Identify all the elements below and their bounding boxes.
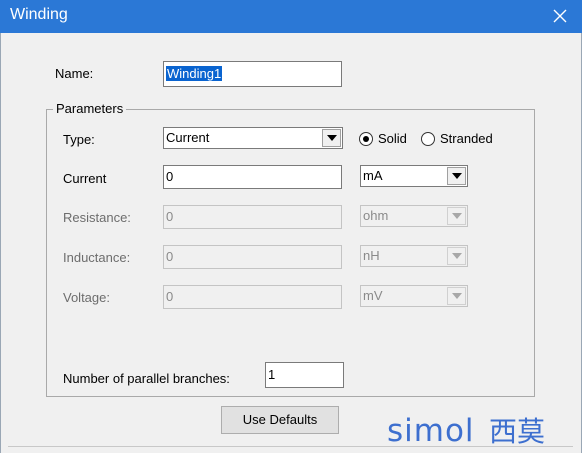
parameters-group-title: Parameters — [53, 101, 127, 116]
inductance-unit-select: nH — [360, 245, 468, 267]
inductance-input-value: 0 — [166, 249, 174, 264]
solid-radio-dot — [363, 136, 369, 142]
branches-label: Number of parallel branches: — [63, 371, 230, 386]
chevron-down-icon — [452, 253, 462, 259]
resistance-unit-dropdown-button — [447, 207, 466, 225]
resistance-input-value: 0 — [166, 209, 174, 224]
name-input-value: Winding1 — [166, 66, 223, 81]
inductance-input: 0 — [163, 245, 342, 269]
type-dropdown-button[interactable] — [322, 129, 341, 147]
chevron-down-icon — [452, 293, 462, 299]
inductance-unit-dropdown-button — [447, 247, 466, 265]
current-unit-value: mA — [363, 168, 383, 183]
solid-radio[interactable] — [359, 132, 373, 146]
watermark-text: simol — [387, 413, 475, 449]
voltage-unit-value: mV — [363, 288, 383, 303]
name-input[interactable]: Winding1 — [163, 61, 342, 87]
current-unit-select[interactable]: mA — [360, 165, 468, 187]
branches-input-value: 1 — [268, 367, 276, 382]
voltage-label: Voltage: — [63, 290, 110, 305]
use-defaults-button[interactable]: Use Defaults — [221, 406, 339, 434]
resistance-unit-select: ohm — [360, 205, 468, 227]
branches-input[interactable]: 1 — [265, 362, 344, 388]
resistance-label: Resistance: — [63, 210, 131, 225]
resistance-unit-value: ohm — [363, 208, 389, 223]
voltage-input-value: 0 — [166, 289, 174, 304]
title-bar: Winding — [0, 0, 582, 33]
window-title: Winding — [10, 6, 68, 23]
current-label: Current — [63, 171, 107, 186]
chevron-down-icon — [452, 173, 462, 179]
current-input[interactable]: 0 — [163, 165, 342, 189]
type-select-value: Current — [166, 130, 210, 145]
voltage-unit-select: mV — [360, 285, 468, 307]
chevron-down-icon — [452, 213, 462, 219]
current-input-value: 0 — [166, 169, 174, 184]
stranded-radio[interactable] — [421, 132, 435, 146]
close-button[interactable] — [540, 0, 582, 33]
inductance-label: Inductance: — [63, 250, 131, 265]
stranded-label: Stranded — [440, 131, 493, 146]
close-icon — [553, 9, 567, 23]
solid-label: Solid — [378, 131, 407, 146]
window-border-left — [0, 33, 1, 453]
watermark-cn-text: 西莫 — [489, 415, 546, 448]
type-label: Type: — [63, 132, 95, 147]
resistance-input: 0 — [163, 205, 342, 229]
name-label: Name: — [55, 66, 94, 81]
inductance-unit-value: nH — [363, 248, 380, 263]
voltage-input: 0 — [163, 285, 342, 309]
current-unit-dropdown-button[interactable] — [447, 167, 466, 185]
voltage-unit-dropdown-button — [447, 287, 466, 305]
chevron-down-icon — [327, 135, 337, 141]
type-select[interactable]: Current — [163, 127, 343, 149]
